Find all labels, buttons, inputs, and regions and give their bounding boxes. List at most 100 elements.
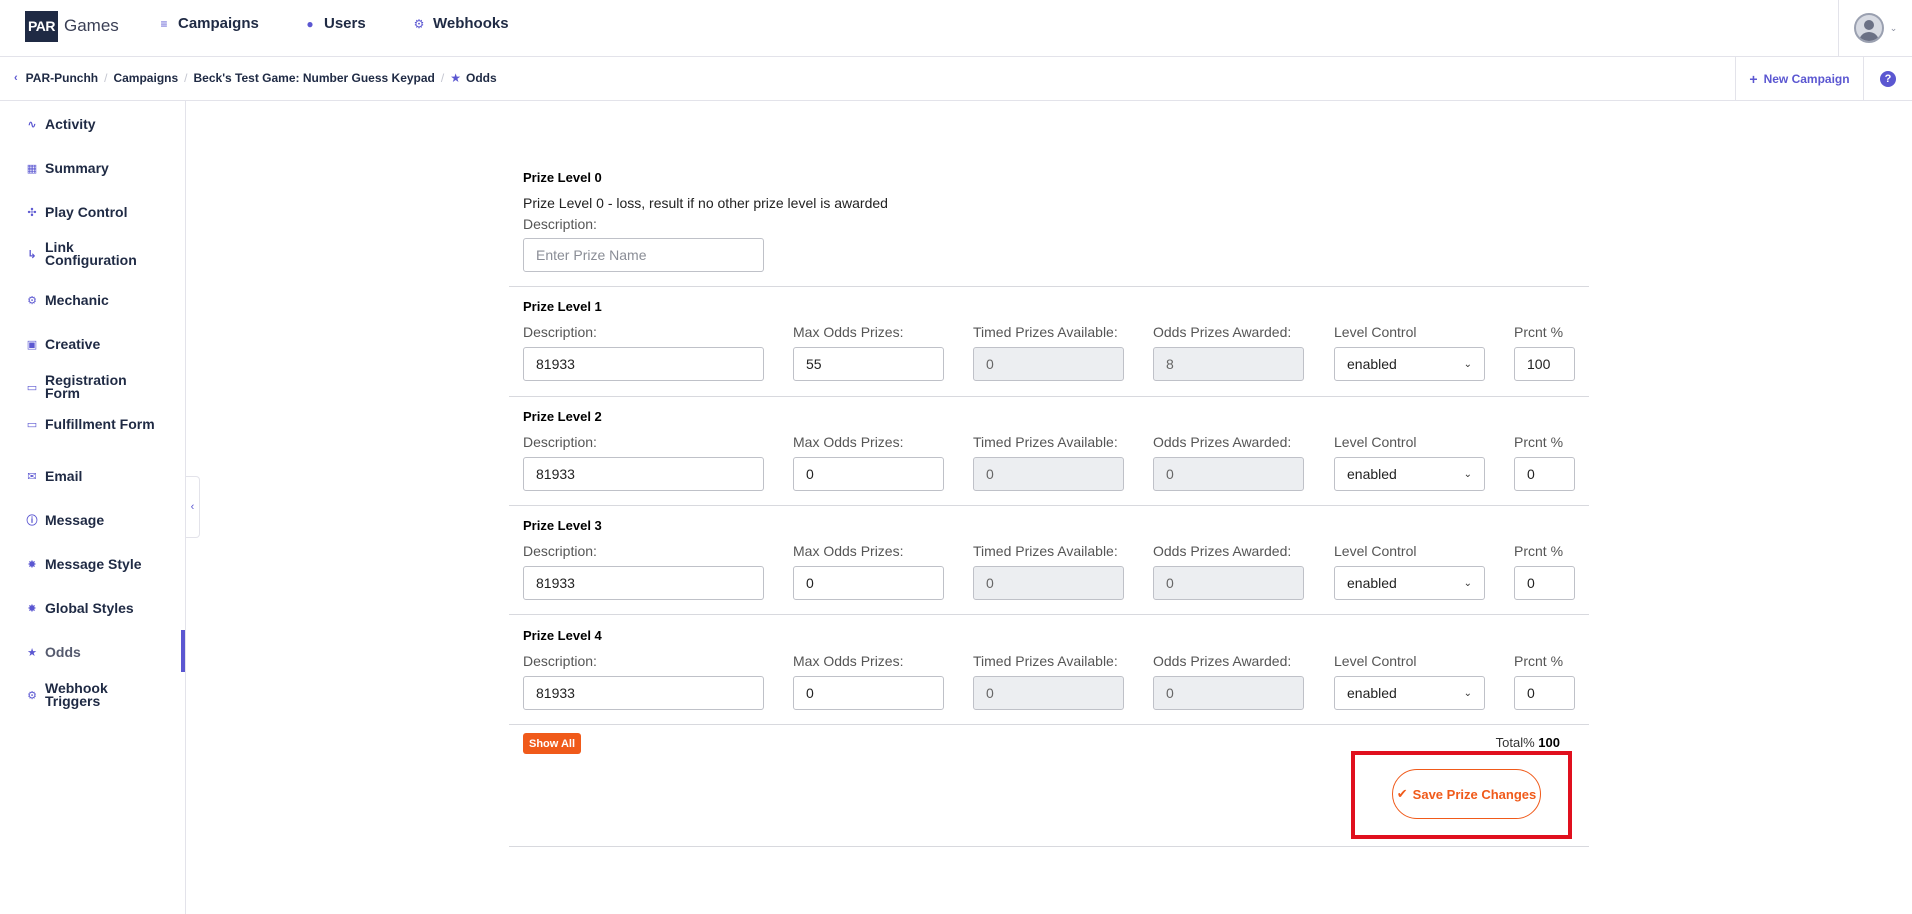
chevron-down-icon: ⌄ — [1463, 687, 1472, 699]
prize-level-title: Prize Level 0 — [523, 170, 602, 185]
odds-awarded-label: Odds Prizes Awarded: — [1153, 543, 1292, 559]
user-icon: ● — [306, 16, 314, 31]
sidebar-item-fulfillment-form[interactable]: ▭ Fulfillment Form — [25, 416, 175, 432]
level-control-select[interactable]: enabled ⌄ — [1334, 566, 1485, 600]
level-control-label: Level Control — [1334, 324, 1417, 340]
max-odds-input[interactable] — [793, 347, 944, 381]
plus-icon: + — [1749, 70, 1758, 87]
prize-level-0-description-input[interactable] — [523, 238, 764, 272]
timed-prizes-field — [973, 347, 1124, 381]
sidebar-item-summary[interactable]: ▦ Summary — [25, 160, 175, 176]
sidebar-item-email[interactable]: ✉ Email — [25, 468, 175, 484]
level-control-label: Level Control — [1334, 434, 1417, 450]
max-odds-label: Max Odds Prizes: — [793, 543, 904, 559]
nav-campaigns[interactable]: ≡ Campaigns — [158, 15, 258, 32]
divider — [509, 614, 1589, 615]
show-all-button[interactable]: Show All — [523, 733, 582, 754]
level-control-select[interactable]: enabled ⌄ — [1334, 457, 1485, 491]
breadcrumb-bar: ‹ PAR-Punchh / Campaigns / Beck's Test G… — [0, 57, 1912, 101]
sidebar-item-mechanic[interactable]: ⚙ Mechanic — [25, 292, 175, 308]
level-control-select[interactable]: enabled ⌄ — [1334, 676, 1485, 710]
breadcrumb-campaign[interactable]: Beck's Test Game: Number Guess Keypad — [194, 71, 435, 85]
prcnt-input[interactable] — [1514, 347, 1575, 381]
sidebar-collapse-toggle[interactable]: ‹ — [186, 476, 200, 538]
sidebar-item-webhook-triggers[interactable]: ⚙ Webhook Triggers — [25, 680, 175, 709]
prize-level-title: Prize Level 4 — [523, 628, 602, 643]
sidebar-item-creative[interactable]: ▣ Creative — [25, 336, 175, 352]
divider — [509, 396, 1589, 397]
prcnt-label: Prcnt % — [1514, 434, 1564, 450]
sidebar-item-label: Email — [45, 468, 83, 484]
prcnt-label: Prcnt % — [1514, 543, 1564, 559]
max-odds-input[interactable] — [793, 457, 944, 491]
prcnt-input[interactable] — [1514, 566, 1575, 600]
active-indicator — [181, 630, 185, 672]
sidebar-item-message[interactable]: ⓘ Message — [25, 512, 175, 528]
description-input[interactable] — [523, 676, 764, 710]
sidebar-item-registration-form[interactable]: ▭ Registration Form — [25, 372, 175, 401]
nav-users[interactable]: ● Users — [304, 15, 366, 32]
description-input[interactable] — [523, 347, 764, 381]
par-games-logo[interactable]: PAR Games — [25, 10, 119, 42]
check-icon: ✔ — [1396, 786, 1408, 801]
form-icon: ▭ — [26, 381, 38, 394]
prcnt-label: Prcnt % — [1514, 324, 1564, 340]
chevron-down-icon: ⌄ — [1463, 577, 1472, 589]
sidebar-item-label: Registration Form — [45, 372, 127, 401]
sidebar-item-global-styles[interactable]: ✸ Global Styles — [25, 600, 175, 616]
sidebar-item-label: Creative — [45, 336, 101, 352]
sidebar-item-label: Webhook Triggers — [45, 680, 108, 709]
sidebar: ∿ Activity ▦ Summary ✣ Play Control ↳ Li… — [0, 101, 186, 914]
breadcrumb-org[interactable]: PAR-Punchh — [26, 71, 98, 85]
sidebar-item-label: Odds — [45, 644, 81, 660]
prize-level-0-description-text: Prize Level 0 - loss, result if no other… — [523, 195, 888, 211]
divider — [509, 846, 1589, 847]
timed-prizes-field — [973, 457, 1124, 491]
prcnt-label: Prcnt % — [1514, 653, 1564, 669]
nav-users-label: Users — [324, 15, 366, 32]
sidebar-item-label: Global Styles — [45, 600, 134, 616]
description-label: Description: — [523, 653, 597, 669]
timed-prizes-field — [973, 676, 1124, 710]
new-campaign-button[interactable]: + New Campaign — [1735, 57, 1863, 100]
odds-awarded-label: Odds Prizes Awarded: — [1153, 324, 1292, 340]
sidebar-item-activity[interactable]: ∿ Activity — [25, 116, 175, 132]
description-label: Description: — [523, 543, 597, 559]
sidebar-item-message-style[interactable]: ✸ Message Style — [25, 556, 175, 572]
total-value: 100 — [1538, 735, 1560, 750]
prize-level-title: Prize Level 1 — [523, 299, 602, 314]
user-menu[interactable]: ⌄ — [1838, 0, 1912, 56]
level-control-label: Level Control — [1334, 543, 1417, 559]
prcnt-input[interactable] — [1514, 676, 1575, 710]
chevron-left-icon[interactable]: ‹ — [14, 72, 18, 84]
help-button[interactable]: ? — [1863, 57, 1912, 100]
description-input[interactable] — [523, 457, 764, 491]
sidebar-item-odds[interactable]: ★ Odds — [25, 644, 175, 660]
odds-awarded-field — [1153, 566, 1304, 600]
timed-prizes-label: Timed Prizes Available: — [973, 543, 1118, 559]
save-prize-changes-button[interactable]: ✔ Save Prize Changes — [1392, 769, 1541, 819]
level-control-label: Level Control — [1334, 653, 1417, 669]
sidebar-item-play-control[interactable]: ✣ Play Control — [25, 204, 175, 220]
level-control-value: enabled — [1347, 466, 1397, 482]
breadcrumb-campaigns[interactable]: Campaigns — [113, 71, 178, 85]
chevron-down-icon: ⌄ — [1463, 358, 1472, 370]
max-odds-input[interactable] — [793, 676, 944, 710]
max-odds-label: Max Odds Prizes: — [793, 324, 904, 340]
nav-webhooks[interactable]: ⚙ Webhooks — [413, 15, 509, 32]
max-odds-label: Max Odds Prizes: — [793, 434, 904, 450]
logo-text: Games — [64, 16, 119, 35]
max-odds-input[interactable] — [793, 566, 944, 600]
description-input[interactable] — [523, 566, 764, 600]
mail-icon: ✉ — [27, 470, 37, 483]
max-odds-label: Max Odds Prizes: — [793, 653, 904, 669]
chevron-down-icon: ⌄ — [1889, 22, 1898, 33]
prcnt-input[interactable] — [1514, 457, 1575, 491]
gear-icon: ⚙ — [27, 294, 37, 307]
gear-icon: ⚙ — [413, 16, 425, 31]
level-control-select[interactable]: enabled ⌄ — [1334, 347, 1485, 381]
sidebar-item-link-configuration[interactable]: ↳ Link Configuration — [25, 240, 175, 267]
odds-awarded-label: Odds Prizes Awarded: — [1153, 653, 1292, 669]
sidebar-item-label: Fulfillment Form — [45, 416, 155, 432]
chevron-down-icon: ⌄ — [1463, 468, 1472, 480]
